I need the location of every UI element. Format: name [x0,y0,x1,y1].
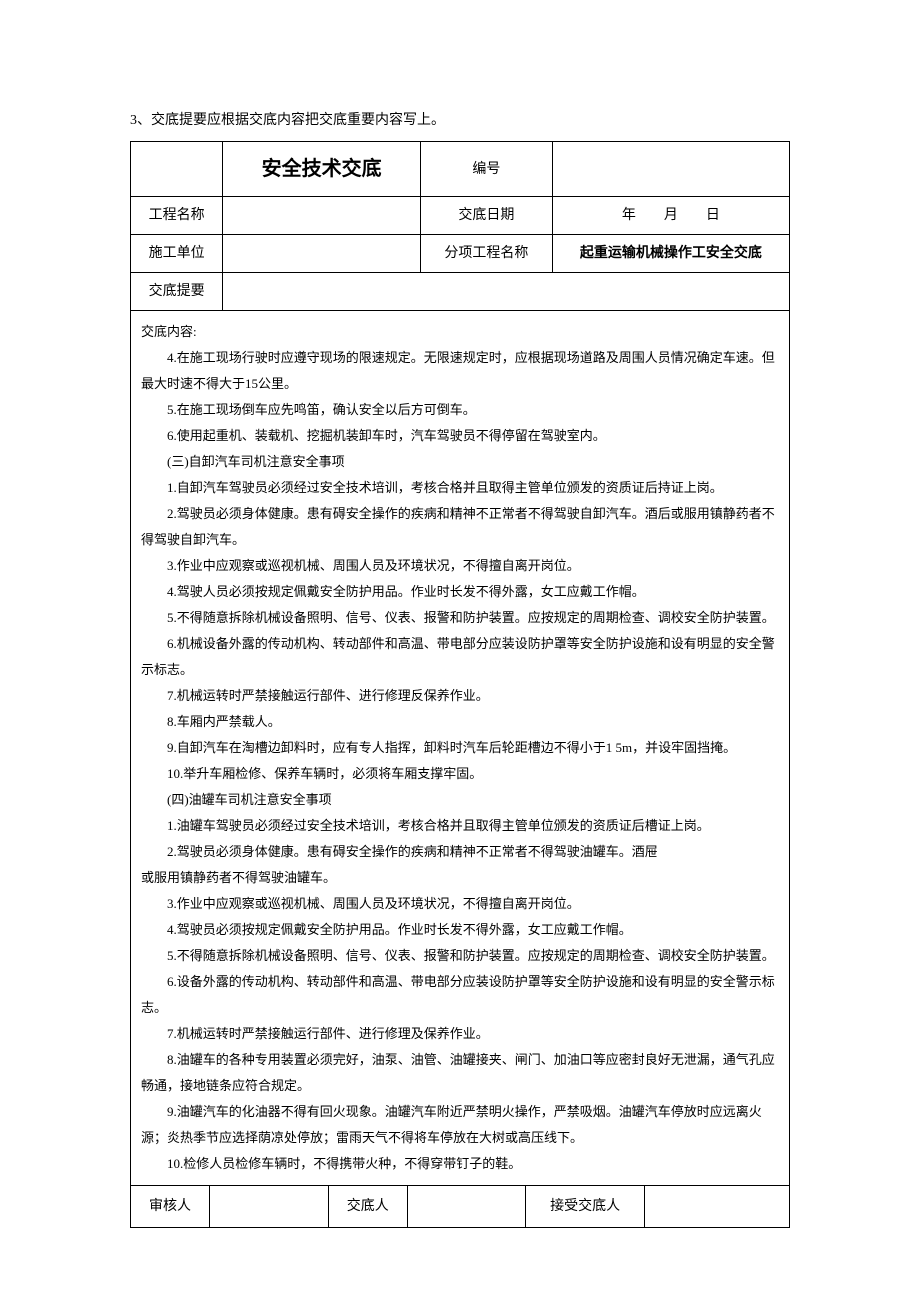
date-label: 交底日期 [420,197,552,235]
project-name-value [223,197,421,235]
content-paragraph: 9.油罐汽车的化油器不得有回火现象。油罐汽车附近严禁明火操作，严禁吸烟。油罐汽车… [141,1099,779,1151]
unit-value [223,235,421,273]
paragraphs-container: 4.在施工现场行驶时应遵守现场的限速规定。无限速规定时，应根据现场道路及周围人员… [141,345,779,1177]
content-paragraph: 10.举升车厢检修、保养车辆时，必须将车厢支撑牢固。 [141,761,779,787]
content-section: 交底内容: 4.在施工现场行驶时应遵守现场的限速规定。无限速规定时，应根据现场道… [130,311,790,1186]
content-paragraph: 8.车厢内严禁载人。 [141,709,779,735]
content-paragraph: 或服用镇静药者不得驾驶油罐车。 [141,865,779,891]
content-paragraph: 8.油罐车的各种专用装置必须完好，油泵、油管、油罐接夹、闸门、加油口等应密封良好… [141,1047,779,1099]
receiver-label: 接受交底人 [526,1186,645,1228]
content-paragraph: 4.驾驶人员必须按规定佩戴安全防护用品。作业时长发不得外露，女工应戴工作帽。 [141,579,779,605]
footer-table: 审核人 交底人 接受交底人 [130,1186,790,1228]
discloser-label: 交底人 [328,1186,407,1228]
content-paragraph: (三)自卸汽车司机注意安全事项 [141,449,779,475]
content-paragraph: 1.自卸汽车驾驶员必须经过安全技术培训，考核合格并且取得主管单位颁发的资质证后持… [141,475,779,501]
subproject-value: 起重运输机械操作工安全交底 [552,235,789,273]
discloser-value [407,1186,526,1228]
header-table: 安全技术交底 编号 工程名称 交底日期 年 月 日 施工单位 分项工程名称 起重… [130,141,790,311]
content-paragraph: 7.机械运转时严禁接触运行部件、进行修理反保养作业。 [141,683,779,709]
reviewer-label: 审核人 [131,1186,210,1228]
summary-value [223,273,790,311]
unit-label: 施工单位 [131,235,223,273]
number-value [552,142,789,197]
receiver-value [644,1186,789,1228]
content-paragraph: 5.不得随意拆除机械设备照明、信号、仪表、报警和防护装置。应按规定的周期检查、调… [141,943,779,969]
project-name-label: 工程名称 [131,197,223,235]
content-paragraph: 6.设备外露的传动机构、转动部件和高温、带电部分应装设防护罩等安全防护设施和设有… [141,969,779,1021]
content-paragraph: 3.作业中应观察或巡视机械、周围人员及环境状况，不得擅自离开岗位。 [141,553,779,579]
content-paragraph: 3.作业中应观察或巡视机械、周围人员及环境状况，不得擅自离开岗位。 [141,891,779,917]
subproject-label: 分项工程名称 [420,235,552,273]
content-paragraph: 6.机械设备外露的传动机构、转动部件和高温、带电部分应装设防护罩等安全防护设施和… [141,631,779,683]
page-note: 3、交底提要应根据交底内容把交底重要内容写上。 [130,110,790,131]
content-paragraph: 5.不得随意拆除机械设备照明、信号、仪表、报警和防护装置。应按规定的周期检查、调… [141,605,779,631]
content-paragraph: 9.自卸汽车在淘槽边卸料时，应有专人指挥，卸料时汽车后轮距槽边不得小于1 5m，… [141,735,779,761]
number-label: 编号 [420,142,552,197]
content-paragraph: 2.驾驶员必须身体健康。患有碍安全操作的疾病和精神不正常者不得驾驶油罐车。酒屉 [141,839,779,865]
date-value: 年 月 日 [552,197,789,235]
content-heading: 交底内容: [141,319,779,345]
content-paragraph: 4.驾驶员必须按规定佩戴安全防护用品。作业时长发不得外露，女工应戴工作帽。 [141,917,779,943]
summary-label: 交底提要 [131,273,223,311]
blank-cell [131,142,223,197]
content-paragraph: (四)油罐车司机注意安全事项 [141,787,779,813]
content-paragraph: 2.驾驶员必须身体健康。患有碍安全操作的疾病和精神不正常者不得驾驶自卸汽车。酒后… [141,501,779,553]
reviewer-value [210,1186,329,1228]
content-paragraph: 4.在施工现场行驶时应遵守现场的限速规定。无限速规定时，应根据现场道路及周围人员… [141,345,779,397]
content-paragraph: 5.在施工现场倒车应先鸣笛，确认安全以后方可倒车。 [141,397,779,423]
document-title: 安全技术交底 [223,142,421,197]
content-paragraph: 7.机械运转时严禁接触运行部件、进行修理及保养作业。 [141,1021,779,1047]
content-paragraph: 6.使用起重机、装载机、挖掘机装卸车时，汽车驾驶员不得停留在驾驶室内。 [141,423,779,449]
content-paragraph: 10.检修人员检修车辆时，不得携带火种，不得穿带钉子的鞋。 [141,1151,779,1177]
content-paragraph: 1.油罐车驾驶员必须经过安全技术培训，考核合格并且取得主管单位颁发的资质证后槽证… [141,813,779,839]
